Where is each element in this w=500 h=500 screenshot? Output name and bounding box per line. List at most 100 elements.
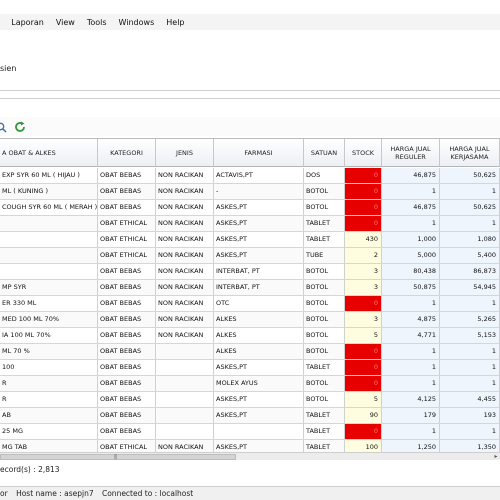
cell-farmasi: MOLEX AYUS xyxy=(214,376,304,391)
cell-stock: 0 xyxy=(345,360,382,375)
medicine-table: A OBAT & ALKES KATEGORI JENIS FARMASI SA… xyxy=(0,138,500,456)
cell-stock: 2 xyxy=(345,248,382,263)
cell-satuan: TABLET xyxy=(304,408,345,423)
menu-item[interactable]: Laporan xyxy=(11,18,44,27)
cell-satuan: BOTOL xyxy=(304,264,345,279)
cell-farmasi xyxy=(214,424,304,439)
column-header-name[interactable]: A OBAT & ALKES xyxy=(0,139,98,167)
cell-jenis: NON RACIKAN xyxy=(156,312,214,327)
column-header-kategori[interactable]: KATEGORI xyxy=(98,139,156,167)
status-connection: Connected to : localhost xyxy=(101,489,194,498)
cell-satuan: BOTOL xyxy=(304,280,345,295)
horizontal-scrollbar[interactable]: ||| ▸ xyxy=(0,452,500,460)
status-prefix: or xyxy=(0,489,8,498)
column-header-harga-kerjasama[interactable]: HARGA JUAL KERJASAMA xyxy=(440,139,500,167)
menu-item[interactable]: View xyxy=(56,18,75,27)
cell-harga-kerjasama: 5,153 xyxy=(440,328,500,343)
cell-name xyxy=(0,264,98,279)
cell-harga-kerjasama: 1 xyxy=(440,216,500,231)
cell-harga-kerjasama: 86,873 xyxy=(440,264,500,279)
cell-harga-reguler: 50,875 xyxy=(382,280,440,295)
cell-harga-reguler: 1,000 xyxy=(382,232,440,247)
scrollbar-thumb[interactable] xyxy=(0,454,236,460)
table-row[interactable]: 100 OBAT BEBAS ASKES,PT TABLET 0 1 1 xyxy=(0,360,500,376)
cell-jenis: NON RACIKAN xyxy=(156,216,214,231)
table-row[interactable]: OBAT ETHICAL NON RACIKAN ASKES,PT TUBE 2 5,00… xyxy=(0,248,500,264)
cell-harga-kerjasama: 1 xyxy=(440,424,500,439)
cell-farmasi: ASKES,PT xyxy=(214,200,304,215)
divider xyxy=(0,90,500,91)
cell-harga-kerjasama: 1 xyxy=(440,376,500,391)
cell-stock: 90 xyxy=(345,408,382,423)
table-row[interactable]: R OBAT BEBAS ASKES,PT BOTOL 5 4,125 4,455 xyxy=(0,392,500,408)
cell-kategori: OBAT BEBAS xyxy=(98,264,156,279)
cell-harga-reguler: 4,125 xyxy=(382,392,440,407)
scroll-right-arrow-icon[interactable]: ▸ xyxy=(492,453,500,461)
cell-harga-kerjasama: 1 xyxy=(440,360,500,375)
column-header-satuan[interactable]: SATUAN xyxy=(304,139,345,167)
table-row[interactable]: EXP SYR 60 ML ( HIJAU ) OBAT BEBAS NON RAC… xyxy=(0,168,500,184)
cell-jenis xyxy=(156,360,214,375)
cell-name xyxy=(0,232,98,247)
cell-kategori: OBAT BEBAS xyxy=(98,312,156,327)
cell-harga-reguler: 4,875 xyxy=(382,312,440,327)
cell-jenis xyxy=(156,424,214,439)
cell-stock: 0 xyxy=(345,376,382,391)
cell-farmasi: ASKES,PT xyxy=(214,216,304,231)
cell-satuan: BOTOL xyxy=(304,376,345,391)
cell-satuan: DOS xyxy=(304,168,345,183)
column-header-harga-reguler[interactable]: HARGA JUAL REGULER xyxy=(382,139,440,167)
cell-name: ER 330 ML xyxy=(0,296,98,311)
table-row[interactable]: COUGH SYR 60 ML ( MERAH ) OBAT BEBAS NON R… xyxy=(0,200,500,216)
table-row[interactable]: OBAT BEBAS NON RACIKAN INTERBAT, PT BOTOL 3 8… xyxy=(0,264,500,280)
cell-kategori: OBAT ETHICAL xyxy=(98,216,156,231)
window-subtitle: sien xyxy=(0,64,17,73)
table-row[interactable]: ER 330 ML OBAT BEBAS NON RACIKAN OTC BOTOL 0 1… xyxy=(0,296,500,312)
cell-stock: 3 xyxy=(345,264,382,279)
menu-item[interactable]: Windows xyxy=(119,18,155,27)
search-icon[interactable] xyxy=(0,122,7,133)
cell-harga-reguler: 5,000 xyxy=(382,248,440,263)
table-row[interactable]: ML ( KUNING ) OBAT BEBAS NON RACIKAN - BOTOL… xyxy=(0,184,500,200)
table-row[interactable]: MP SYR OBAT BEBAS NON RACIKAN INTERBAT, PT B… xyxy=(0,280,500,296)
cell-name: ML 70 % xyxy=(0,344,98,359)
column-header-stock[interactable]: STOCK xyxy=(345,139,382,167)
table-body: EXP SYR 60 ML ( HIJAU ) OBAT BEBAS NON RAC… xyxy=(0,168,500,456)
table-row[interactable]: ML 70 % OBAT BEBAS ALKES BOTOL 0 1 1 xyxy=(0,344,500,360)
table-row[interactable]: MED 100 ML 70% OBAT BEBAS NON RACIKAN ALKES… xyxy=(0,312,500,328)
cell-name: MED 100 ML 70% xyxy=(0,312,98,327)
cell-kategori: OBAT BEBAS xyxy=(98,328,156,343)
table-row[interactable]: OBAT ETHICAL NON RACIKAN ASKES,PT TABLET 0 1 1 xyxy=(0,216,500,232)
cell-kategori: OBAT BEBAS xyxy=(98,392,156,407)
cell-harga-kerjasama: 4,455 xyxy=(440,392,500,407)
cell-jenis: NON RACIKAN xyxy=(156,184,214,199)
table-row[interactable]: AB OBAT BEBAS ASKES,PT TABLET 90 179 193 xyxy=(0,408,500,424)
table-row[interactable]: IA 100 ML 70% OBAT BEBAS NON RACIKAN ALKES B… xyxy=(0,328,500,344)
cell-harga-kerjasama: 1 xyxy=(440,296,500,311)
table-row[interactable]: 25 MG OBAT BEBAS TABLET 0 1 1 xyxy=(0,424,500,440)
cell-kategori: OBAT ETHICAL xyxy=(98,232,156,247)
column-header-farmasi[interactable]: FARMASI xyxy=(214,139,304,167)
cell-harga-reguler: 46,875 xyxy=(382,200,440,215)
menu-item[interactable]: Tools xyxy=(87,18,107,27)
cell-jenis: NON RACIKAN xyxy=(156,248,214,263)
cell-name: ML ( KUNING ) xyxy=(0,184,98,199)
cell-name: 25 MG xyxy=(0,424,98,439)
cell-kategori: OBAT BEBAS xyxy=(98,424,156,439)
cell-jenis: NON RACIKAN xyxy=(156,280,214,295)
menu-item[interactable]: Help xyxy=(166,18,184,27)
cell-harga-reguler: 1 xyxy=(382,344,440,359)
cell-jenis xyxy=(156,344,214,359)
cell-farmasi: ALKES xyxy=(214,312,304,327)
status-bar: or Host name : asepjn7 Connected to : lo… xyxy=(0,486,500,500)
cell-harga-reguler: 46,875 xyxy=(382,168,440,183)
cell-name: AB xyxy=(0,408,98,423)
table-row[interactable]: R OBAT BEBAS MOLEX AYUS BOTOL 0 1 1 xyxy=(0,376,500,392)
cell-harga-kerjasama: 1 xyxy=(440,344,500,359)
table-row[interactable]: OBAT ETHICAL NON RACIKAN ASKES,PT TABLET 430… xyxy=(0,232,500,248)
cell-jenis: NON RACIKAN xyxy=(156,232,214,247)
cell-harga-kerjasama: 54,945 xyxy=(440,280,500,295)
column-header-jenis[interactable]: JENIS xyxy=(156,139,214,167)
cell-satuan: BOTOL xyxy=(304,296,345,311)
refresh-icon[interactable] xyxy=(14,121,26,133)
